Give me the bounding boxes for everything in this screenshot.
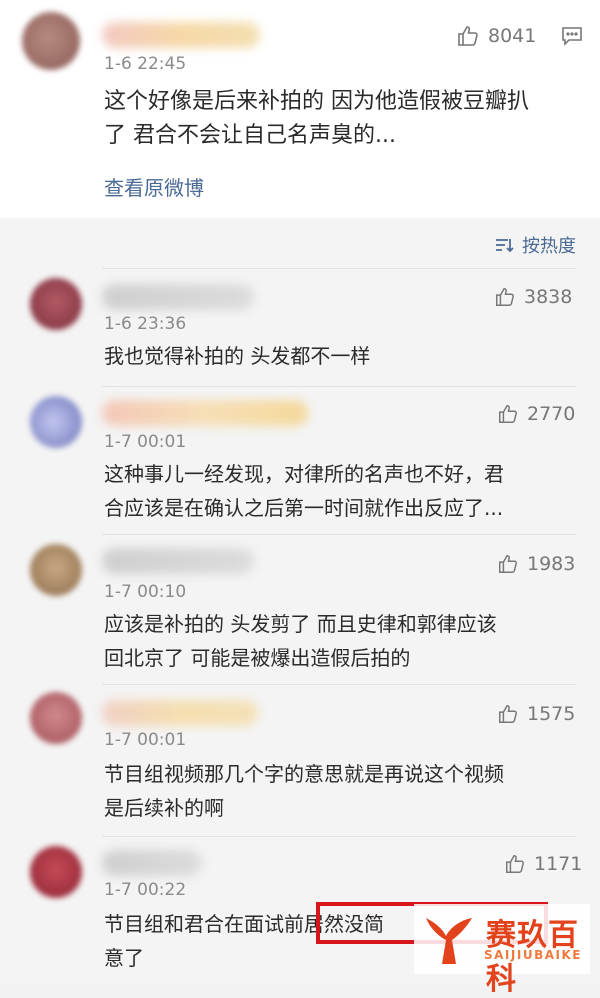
like-count: 1171: [534, 853, 583, 875]
sort-icon: [496, 239, 514, 253]
like-button[interactable]: 8041: [456, 24, 536, 48]
thumbs-up-icon: [499, 405, 517, 423]
like-count: 8041: [488, 25, 537, 47]
like-button[interactable]: 2770: [497, 403, 575, 425]
timestamp: 1-7 00:22: [104, 880, 187, 900]
timestamp: 1-6 23:36: [104, 314, 187, 334]
avatar[interactable]: [30, 692, 82, 744]
like-count: 3838: [524, 286, 573, 308]
divider: [102, 534, 576, 535]
username[interactable]: [102, 548, 254, 574]
avatar[interactable]: [22, 12, 80, 70]
avatar[interactable]: [30, 544, 82, 596]
thumbs-up-icon: [458, 26, 478, 46]
reply-text-line2: 回北京了 可能是被爆出造假后拍的: [104, 646, 411, 670]
username[interactable]: [102, 22, 260, 48]
like-count: 1983: [527, 553, 576, 575]
reply-text-line2: 意了: [104, 946, 144, 970]
divider: [102, 386, 576, 387]
username[interactable]: [102, 284, 254, 310]
timestamp: 1-7 00:01: [104, 432, 187, 452]
divider: [102, 684, 576, 685]
reply-text-line1: 这种事儿一经发现，对律所的名声也不好，君: [104, 462, 504, 486]
divider: [102, 268, 576, 269]
like-count: 2770: [527, 403, 576, 425]
avatar[interactable]: [30, 846, 82, 898]
username[interactable]: [102, 400, 308, 426]
like-button[interactable]: 1983: [497, 553, 575, 575]
thumbs-up-icon: [496, 288, 514, 306]
comment-text-line2: 了 君合不会让自己名声臭的...: [104, 123, 396, 148]
username[interactable]: [102, 850, 202, 876]
reply-text-line1: 应该是补拍的 头发剪了 而且史律和郭律应该: [104, 612, 497, 636]
thumbs-up-icon: [499, 555, 517, 573]
username[interactable]: [102, 700, 258, 726]
avatar[interactable]: [30, 278, 82, 330]
view-original-link[interactable]: 查看原微博: [104, 172, 204, 201]
reply-text-line1: 节目组视频那几个字的意思就是再说这个视频: [104, 762, 504, 786]
divider: [102, 836, 576, 837]
top-comment: 8041 1-6 22:45 这个好像是后来补拍的 因为他造假被豆瓣扒 了 君合…: [0, 0, 600, 218]
thumbs-up-icon: [499, 705, 517, 723]
avatar[interactable]: [30, 396, 82, 448]
like-count: 1575: [527, 703, 576, 725]
watermark: 赛玖百科 SAIJIUBAIKE: [414, 904, 590, 997]
reply-text-line1: 我也觉得补拍的 头发都不一样: [104, 344, 371, 368]
comment-text-line1: 这个好像是后来补拍的 因为他造假被豆瓣扒: [104, 89, 529, 114]
timestamp: 1-7 00:01: [104, 730, 187, 750]
watermark-subtitle: SAIJIUBAIKE: [484, 948, 582, 962]
like-button[interactable]: 1171: [504, 853, 582, 875]
timestamp: 1-6 22:45: [104, 54, 187, 74]
whale-tail-logo: [426, 918, 472, 964]
thumbs-up-icon: [506, 855, 524, 873]
sort-label: 按热度: [522, 236, 576, 257]
like-button[interactable]: 3838: [494, 286, 572, 308]
comment-icon[interactable]: [561, 25, 583, 47]
like-button[interactable]: 1575: [497, 703, 575, 725]
reply-text-line2: 合应该是在确认之后第一时间就作出反应了...: [104, 496, 504, 520]
sort-by-popularity[interactable]: 按热度: [494, 232, 576, 258]
reply-text-line2: 是后续补的啊: [104, 796, 224, 820]
timestamp: 1-7 00:10: [104, 582, 187, 602]
